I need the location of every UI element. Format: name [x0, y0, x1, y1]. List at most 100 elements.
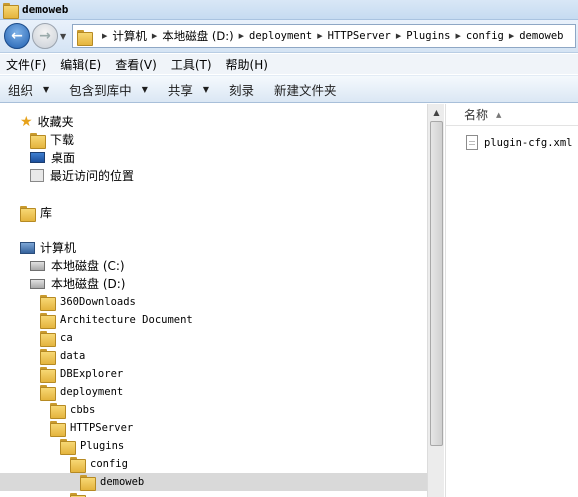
organize-label: 组织	[8, 82, 34, 98]
tree-item-folder[interactable]: Architecture Document	[40, 311, 193, 329]
tree-item-folder[interactable]: deployment	[40, 383, 124, 401]
file-name: plugin-cfg.xml	[484, 136, 573, 149]
breadcrumb-drive-d[interactable]: 本地磁盘 (D:)	[162, 28, 233, 44]
tree-item-drive-d[interactable]: 本地磁盘 (D:)	[30, 275, 125, 292]
menu-edit[interactable]: 编辑(E)	[60, 56, 101, 73]
tree-item-folder[interactable]: ca	[40, 329, 73, 347]
column-header-name[interactable]: 名称 ▲	[446, 104, 578, 126]
tree-item-folder[interactable]: config	[70, 455, 128, 473]
desktop-icon	[30, 152, 45, 163]
menu-help[interactable]: 帮助(H)	[226, 56, 268, 73]
folder-open-icon	[40, 384, 56, 401]
organize-button[interactable]: 组织 ▼	[8, 80, 49, 99]
arrow-left-icon: ←	[11, 28, 23, 44]
new-folder-button[interactable]: 新建文件夹	[274, 80, 337, 99]
folder-open-icon	[80, 474, 96, 491]
include-in-library-label: 包含到库中	[69, 82, 132, 98]
menu-bar: 文件(F) 编辑(E) 查看(V) 工具(T) 帮助(H)	[0, 54, 578, 74]
tree-label: 下载	[50, 133, 75, 147]
tree-label: data	[60, 349, 86, 362]
tree-item-folder[interactable]: cbbs	[50, 401, 96, 419]
chevron-right-icon[interactable]: ▶	[456, 32, 461, 40]
folder-open-icon	[50, 420, 66, 437]
menu-file[interactable]: 文件(F)	[6, 56, 46, 73]
include-in-library-button[interactable]: 包含到库中 ▼	[69, 80, 148, 99]
menu-view[interactable]: 查看(V)	[115, 56, 157, 73]
tree-label: 本地磁盘 (D:)	[51, 277, 126, 291]
tree-item-desktop[interactable]: 桌面	[30, 149, 75, 166]
folder-icon	[40, 312, 56, 329]
file-list-pane[interactable]: 名称 ▲ plugin-cfg.xml	[445, 104, 578, 497]
downloads-folder-icon	[30, 132, 46, 149]
history-dropdown-icon[interactable]: ▼	[60, 32, 70, 42]
chevron-down-icon: ▼	[141, 84, 148, 94]
column-header-label: 名称	[464, 108, 489, 122]
breadcrumb-plugins[interactable]: Plugins	[406, 30, 450, 42]
folder-icon	[70, 492, 86, 497]
tree-item-drive-c[interactable]: 本地磁盘 (C:)	[30, 257, 125, 274]
new-folder-label: 新建文件夹	[274, 82, 337, 98]
breadcrumb-deployment[interactable]: deployment	[249, 30, 312, 42]
menu-tools[interactable]: 工具(T)	[171, 56, 212, 73]
address-row: ← → ▼ ▶ 计算机 ▶ 本地磁盘 (D:) ▶ deployment ▶ H…	[0, 20, 578, 53]
computer-icon	[20, 241, 35, 254]
tree-label: Plugins	[80, 439, 125, 452]
tree-item-folder[interactable]: Plugins	[60, 437, 125, 455]
scroll-up-icon[interactable]: ▲	[428, 104, 445, 121]
folder-open-icon	[60, 438, 76, 455]
chevron-right-icon[interactable]: ▶	[152, 32, 157, 40]
title-bar: demoweb	[0, 0, 578, 20]
tree-item-folder[interactable]: 360Downloads	[40, 293, 136, 311]
folder-icon	[40, 366, 56, 383]
forward-button[interactable]: →	[32, 23, 58, 49]
chevron-right-icon[interactable]: ▶	[509, 32, 514, 40]
chevron-right-icon[interactable]: ▶	[239, 32, 244, 40]
tree-item-folder-selected[interactable]: demoweb	[80, 473, 145, 491]
back-button[interactable]: ←	[4, 23, 30, 49]
share-button[interactable]: 共享 ▼	[168, 80, 209, 99]
tree-label: 桌面	[51, 151, 76, 165]
chevron-down-icon: ▼	[202, 84, 210, 94]
tree-item-favorites[interactable]: ★ 收藏夹	[20, 113, 74, 130]
tree-item-folder[interactable]: data	[40, 347, 86, 365]
tree-label: cbbs	[70, 403, 96, 416]
tree-item-downloads[interactable]: 下载	[30, 131, 75, 149]
tree-item-folder-partial[interactable]	[70, 491, 90, 497]
tree-label: Architecture Document	[60, 313, 193, 326]
folder-icon	[40, 294, 56, 311]
library-icon	[20, 205, 36, 222]
chevron-right-icon[interactable]: ▶	[317, 32, 322, 40]
navigation-scrollbar[interactable]: ▲	[427, 104, 444, 497]
folder-icon	[50, 402, 66, 419]
navigation-pane[interactable]: ★ 收藏夹 下载 桌面 最近访问的位置 库 计算机 本地磁盘 (C:) 本地磁盘…	[0, 104, 427, 497]
tree-item-folder[interactable]: DBExplorer	[40, 365, 124, 383]
folder-icon	[40, 348, 56, 365]
tree-item-computer[interactable]: 计算机	[20, 239, 76, 256]
breadcrumb-computer[interactable]: 计算机	[112, 28, 147, 44]
tree-label: DBExplorer	[60, 367, 124, 380]
burn-button[interactable]: 刻录	[229, 80, 254, 99]
tree-label: HTTPServer	[70, 421, 134, 434]
tree-item-folder[interactable]: HTTPServer	[50, 419, 134, 437]
tree-item-recent-places[interactable]: 最近访问的位置	[30, 167, 134, 184]
window-title: demoweb	[22, 3, 69, 16]
tree-label: 库	[40, 206, 53, 220]
tree-label: deployment	[60, 385, 124, 398]
breadcrumb-demoweb[interactable]: demoweb	[519, 30, 563, 42]
tree-label: 最近访问的位置	[50, 169, 135, 183]
file-item[interactable]: plugin-cfg.xml	[466, 135, 573, 150]
tree-label: demoweb	[100, 475, 145, 488]
address-bar[interactable]: ▶ 计算机 ▶ 本地磁盘 (D:) ▶ deployment ▶ HTTPSer…	[72, 24, 576, 48]
star-icon: ★	[20, 113, 33, 130]
scrollbar-thumb[interactable]	[430, 121, 443, 446]
chevron-right-icon[interactable]: ▶	[102, 32, 107, 40]
chevron-right-icon[interactable]: ▶	[396, 32, 401, 40]
sort-ascending-icon: ▲	[496, 110, 502, 119]
tree-item-libraries[interactable]: 库	[20, 204, 53, 222]
breadcrumb-httpserver[interactable]: HTTPServer	[328, 30, 391, 42]
file-icon	[466, 135, 478, 150]
folder-open-icon	[70, 456, 86, 473]
tree-label: 收藏夹	[37, 115, 74, 129]
breadcrumb-config[interactable]: config	[466, 30, 504, 42]
drive-icon	[30, 260, 45, 271]
